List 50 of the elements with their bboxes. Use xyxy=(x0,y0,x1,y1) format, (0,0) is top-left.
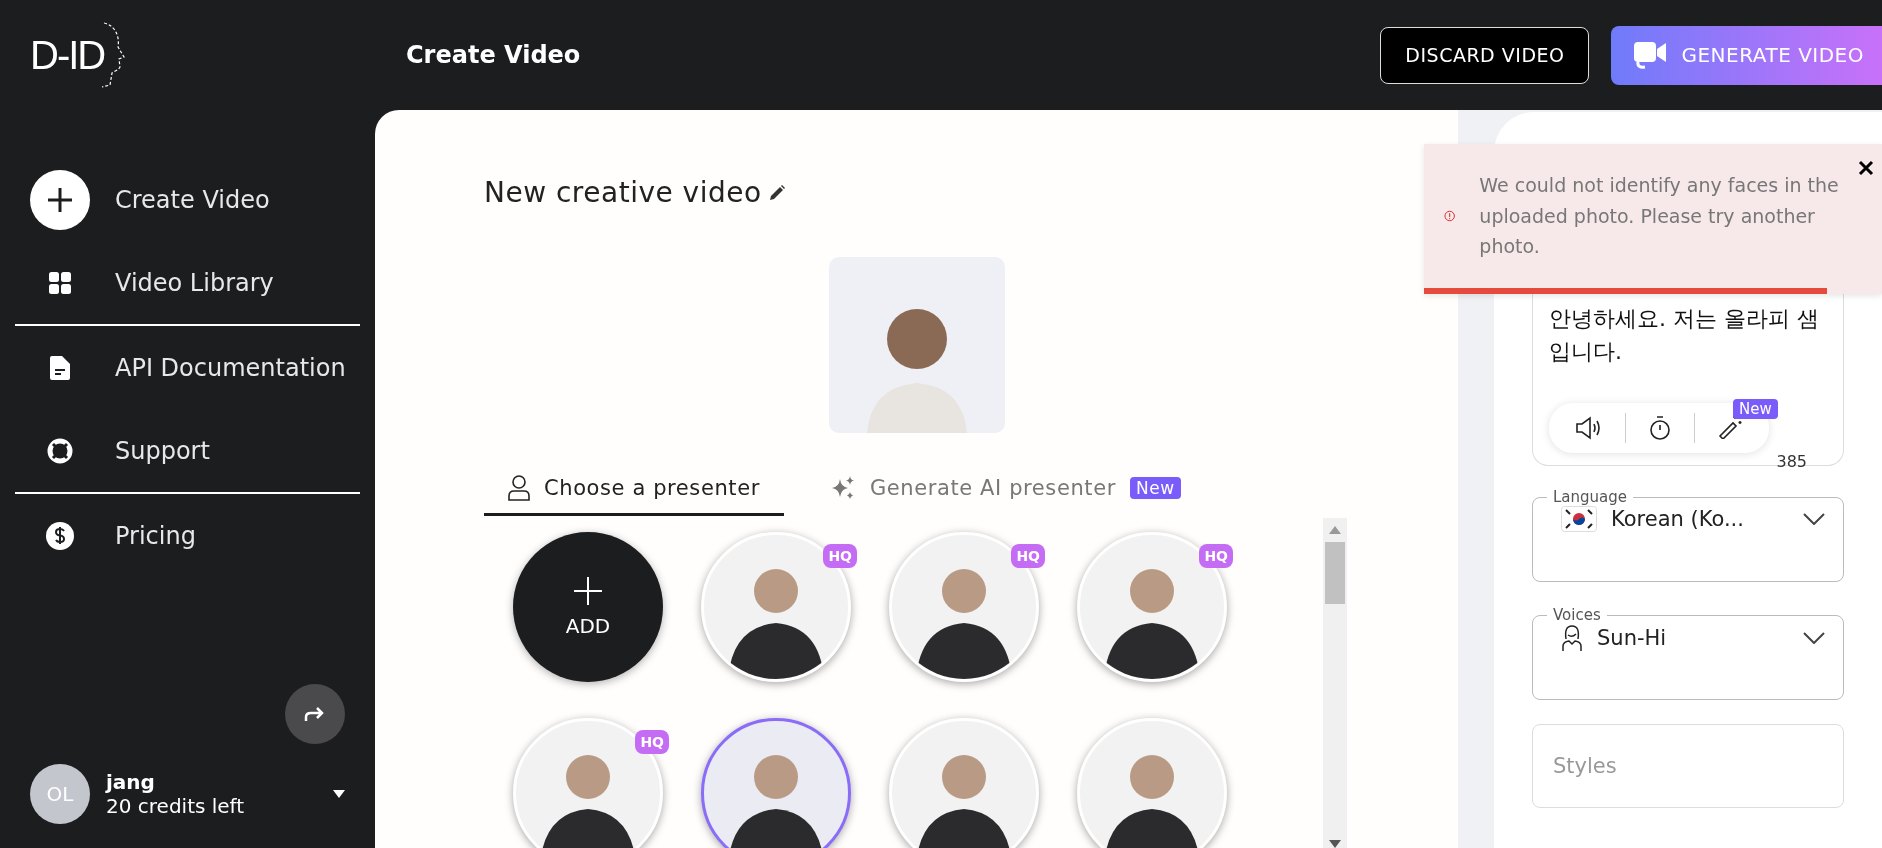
lifebuoy-icon xyxy=(47,437,73,464)
dollar-icon xyxy=(46,521,74,550)
tab[interactable]: Choose a presenter xyxy=(484,469,784,516)
chevron-down-icon xyxy=(1803,513,1825,525)
caret-icon[interactable] xyxy=(333,790,345,798)
new-badge: New xyxy=(1733,399,1778,419)
script-text: 안녕하세요. 저는 올라피 샘입니다. xyxy=(1549,305,1820,366)
video-camera-icon xyxy=(1633,40,1668,70)
tab[interactable]: Generate AI presenter New xyxy=(805,469,1205,516)
hq-badge: HQ xyxy=(635,730,669,754)
share-arrow-icon xyxy=(304,705,326,723)
voices-select[interactable]: Voices Sun-Hi xyxy=(1532,606,1844,700)
flag-icon xyxy=(1561,506,1597,532)
share-button[interactable] xyxy=(285,684,345,744)
styles-field[interactable]: Styles xyxy=(1532,724,1844,808)
sidebar-item[interactable]: Create Video xyxy=(0,158,375,241)
hq-badge: HQ xyxy=(1199,544,1233,568)
credits-label: 20 credits left xyxy=(106,794,245,818)
user-avatar: OL xyxy=(30,764,90,824)
grid-icon xyxy=(48,270,72,295)
scrollbar[interactable] xyxy=(1323,518,1347,848)
scrollbar-thumb[interactable] xyxy=(1325,542,1345,604)
language-select[interactable]: Language Korean (Ko... xyxy=(1532,488,1844,582)
hq-badge: HQ xyxy=(1011,544,1045,568)
new-badge: New xyxy=(1129,477,1181,499)
pencil-icon[interactable] xyxy=(767,183,786,202)
person-icon xyxy=(508,475,530,501)
sidebar-item[interactable]: Support xyxy=(0,409,375,492)
user-name: jang xyxy=(106,770,155,794)
discard-button[interactable]: DISCARD VIDEO xyxy=(1380,26,1590,84)
sidebar-item[interactable]: Video Library xyxy=(0,241,375,324)
close-icon[interactable] xyxy=(1858,160,1874,176)
woman-icon xyxy=(1561,624,1583,652)
field-label: Language xyxy=(1552,488,1629,506)
plus-icon xyxy=(573,576,603,606)
timer-icon[interactable] xyxy=(1648,415,1672,441)
sidebar-item[interactable]: API Documentation xyxy=(0,326,375,409)
video-title: New creative video xyxy=(484,176,762,209)
speaker-icon[interactable] xyxy=(1575,416,1603,440)
chevron-down-icon xyxy=(1803,632,1825,644)
page-title: Create Video xyxy=(406,41,582,69)
presenter-avatar[interactable] xyxy=(701,718,851,848)
hq-badge: HQ xyxy=(823,544,857,568)
logo: D-ID xyxy=(30,32,105,78)
field-label: Voices xyxy=(1552,606,1602,624)
add-presenter-button[interactable]: ADD xyxy=(513,532,663,682)
sidebar-item[interactable]: Pricing xyxy=(0,494,375,577)
plus-icon xyxy=(30,169,90,230)
document-icon xyxy=(50,355,70,380)
scroll-down-icon[interactable] xyxy=(1329,840,1341,848)
